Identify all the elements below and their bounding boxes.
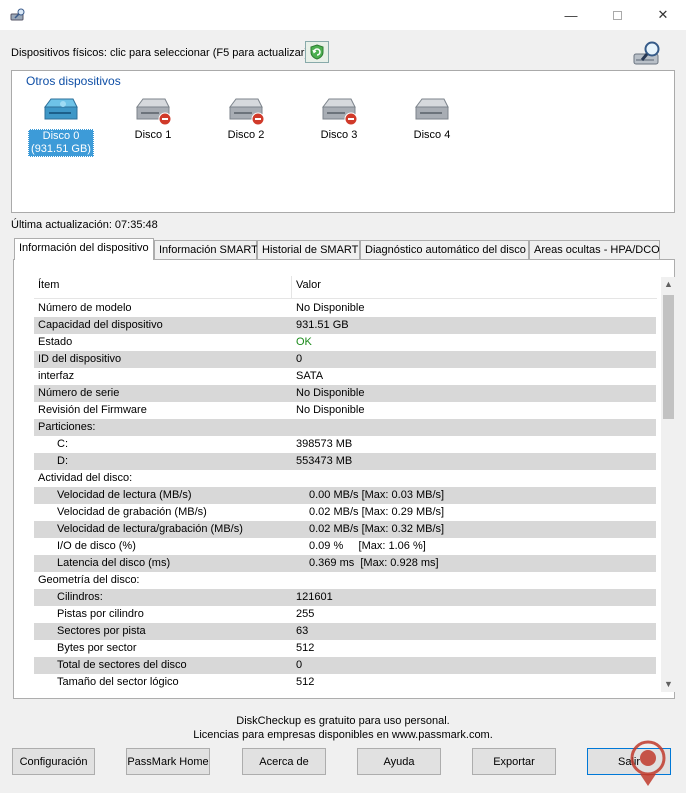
disk-4-item[interactable]: Disco 4 [397, 95, 467, 157]
list-item[interactable]: ID del dispositivo 0 [34, 351, 656, 368]
export-button[interactable]: Exportar [472, 748, 556, 775]
disk-selected-icon [44, 98, 78, 120]
minimize-icon: — [564, 7, 578, 23]
disk-zoom-button[interactable] [632, 40, 664, 68]
column-header-item[interactable]: Ítem [38, 279, 59, 291]
list-item[interactable]: D: 553473 MB [34, 453, 656, 470]
list-item[interactable]: Cilindros: 121601 [34, 589, 656, 606]
close-icon: ✕ [657, 7, 669, 22]
list-item[interactable]: C: 398573 MB [34, 436, 656, 453]
list-item[interactable]: Capacidad del dispositivo 931.51 GB [34, 317, 656, 334]
app-icon [10, 8, 26, 22]
footer-line-2: Licencias para empresas disponibles en w… [193, 729, 493, 741]
list-header: Ítem Valor [34, 276, 657, 299]
header-divider [291, 276, 292, 298]
disk-error-icon [229, 98, 265, 126]
minimize-button[interactable]: — [548, 0, 594, 30]
about-button[interactable]: Acerca de [242, 748, 326, 775]
tab-hidden-areas[interactable]: Areas ocultas - HPA/DCO [529, 240, 660, 259]
disk-0-item[interactable]: Disco 0 (931.51 GB) [26, 95, 96, 157]
list-item[interactable]: Tamaño del sector lógico 512 [34, 674, 656, 691]
title-bar: — ✕ [0, 0, 686, 30]
footer-line-1: DiskCheckup es gratuito para uso persona… [236, 715, 450, 727]
disk-1-label: Disco 1 [134, 129, 172, 141]
disk-error-icon [136, 98, 172, 126]
disk-2-label: Disco 2 [227, 129, 265, 141]
list-item[interactable]: Total de sectores del disco 0 [34, 657, 656, 674]
disk-2-item[interactable]: Disco 2 [211, 95, 281, 157]
license-footer: DiskCheckup es gratuito para uso persona… [0, 714, 686, 742]
device-group-title: Otros dispositivos [26, 74, 121, 88]
disk-3-label: Disco 3 [320, 129, 358, 141]
scroll-up-arrow-icon[interactable]: ▲ [661, 277, 676, 292]
list-item[interactable]: Velocidad de grabación (MB/s) 0.02 MB/s [… [34, 504, 656, 521]
scrollbar-thumb[interactable] [663, 295, 674, 419]
passmark-home-button[interactable]: PassMark Home [126, 748, 210, 775]
list-item[interactable]: Bytes por sector 512 [34, 640, 656, 657]
list-item[interactable]: Velocidad de lectura (MB/s) 0.00 MB/s [Ma… [34, 487, 656, 504]
device-info-list[interactable]: Ítem Valor Número de modelo No Disponible… [34, 268, 657, 694]
settings-button[interactable]: Configuración [12, 748, 95, 775]
list-item[interactable]: Pistas por cilindro 255 [34, 606, 656, 623]
disk-4-label: Disco 4 [413, 129, 451, 141]
tab-device-info[interactable]: Información del dispositivo [14, 238, 154, 260]
tab-panel: Ítem Valor Número de modelo No Disponible… [13, 259, 676, 699]
scroll-down-arrow-icon[interactable]: ▼ [661, 677, 676, 692]
list-item[interactable]: Actividad del disco: [34, 470, 656, 487]
devices-label: Dispositivos físicos: clic para seleccio… [11, 47, 309, 59]
status-ok-value: OK [296, 336, 312, 348]
magnifier-disk-icon [633, 41, 660, 65]
list-item[interactable]: Geometría del disco: [34, 572, 656, 589]
disk-3-item[interactable]: Disco 3 [304, 95, 374, 157]
tab-smart-info[interactable]: Información SMART [154, 240, 258, 259]
help-button[interactable]: Ayuda [357, 748, 441, 775]
watermark-logo [620, 738, 676, 788]
vertical-scrollbar[interactable]: ▲ ▼ [661, 277, 676, 692]
disk-icon [415, 98, 449, 120]
list-item[interactable]: interfaz SATA [34, 368, 656, 385]
last-update-label: Última actualización: 07:35:48 [11, 219, 158, 231]
close-button[interactable]: ✕ [640, 0, 686, 30]
tab-auto-diagnosis[interactable]: Diagnóstico automático del disco [360, 240, 529, 259]
disk-0-label: Disco 0 (931.51 GB) [28, 129, 94, 157]
list-item[interactable]: Estado OK [34, 334, 656, 351]
list-item[interactable]: Latencia del disco (ms) 0.369 ms [Max: 0.… [34, 555, 656, 572]
list-item[interactable]: Velocidad de lectura/grabación (MB/s) 0.0… [34, 521, 656, 538]
tab-smart-history[interactable]: Historial de SMART [257, 240, 360, 259]
column-header-value[interactable]: Valor [296, 279, 321, 291]
list-item[interactable]: Número de serie No Disponible [34, 385, 656, 402]
list-item[interactable]: Sectores por pista 63 [34, 623, 656, 640]
maximize-icon [612, 10, 622, 20]
shield-refresh-icon [310, 44, 324, 60]
disk-error-icon [322, 98, 358, 126]
maximize-button[interactable] [594, 0, 640, 30]
list-item[interactable]: I/O de disco (%) 0.09 % [Max: 1.06 %] [34, 538, 656, 555]
device-group: Otros dispositivos Disco 0 (931.51 GB) Di… [11, 70, 675, 213]
list-item[interactable]: Revisión del Firmware No Disponible [34, 402, 656, 419]
refresh-button[interactable] [305, 41, 329, 63]
list-item[interactable]: Número de modelo No Disponible [34, 300, 656, 317]
list-item[interactable]: Particiones: [34, 419, 656, 436]
disk-1-item[interactable]: Disco 1 [118, 95, 188, 157]
